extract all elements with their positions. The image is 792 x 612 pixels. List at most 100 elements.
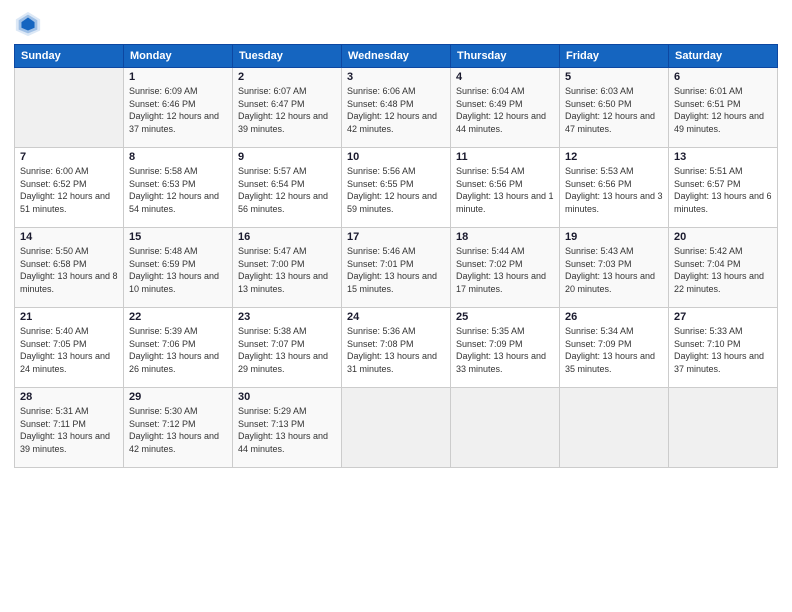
day-number: 27	[674, 311, 772, 323]
calendar-cell: 28 Sunrise: 5:31 AMSunset: 7:11 PMDayligh…	[15, 388, 124, 468]
day-info: Sunrise: 6:01 AMSunset: 6:51 PMDaylight:…	[674, 85, 772, 135]
day-number: 8	[129, 151, 227, 163]
day-number: 5	[565, 71, 663, 83]
calendar-cell: 30 Sunrise: 5:29 AMSunset: 7:13 PMDayligh…	[233, 388, 342, 468]
calendar-cell: 26 Sunrise: 5:34 AMSunset: 7:09 PMDayligh…	[560, 308, 669, 388]
calendar-week-3: 14 Sunrise: 5:50 AMSunset: 6:58 PMDayligh…	[15, 228, 778, 308]
day-info: Sunrise: 5:54 AMSunset: 6:56 PMDaylight:…	[456, 165, 554, 215]
day-number: 11	[456, 151, 554, 163]
calendar-week-1: 1 Sunrise: 6:09 AMSunset: 6:46 PMDaylight…	[15, 68, 778, 148]
calendar-cell: 24 Sunrise: 5:36 AMSunset: 7:08 PMDayligh…	[342, 308, 451, 388]
calendar-cell: 6 Sunrise: 6:01 AMSunset: 6:51 PMDaylight…	[669, 68, 778, 148]
day-info: Sunrise: 5:30 AMSunset: 7:12 PMDaylight:…	[129, 405, 227, 455]
day-info: Sunrise: 5:42 AMSunset: 7:04 PMDaylight:…	[674, 245, 772, 295]
day-info: Sunrise: 5:48 AMSunset: 6:59 PMDaylight:…	[129, 245, 227, 295]
calendar-header-saturday: Saturday	[669, 45, 778, 68]
day-info: Sunrise: 5:34 AMSunset: 7:09 PMDaylight:…	[565, 325, 663, 375]
day-number: 21	[20, 311, 118, 323]
day-number: 20	[674, 231, 772, 243]
day-number: 29	[129, 391, 227, 403]
calendar-cell: 25Sunrise: 5:35 AMSunset: 7:09 PMDayligh…	[451, 308, 560, 388]
day-info: Sunrise: 5:53 AMSunset: 6:56 PMDaylight:…	[565, 165, 663, 215]
day-info: Sunrise: 6:06 AMSunset: 6:48 PMDaylight:…	[347, 85, 445, 135]
day-number: 17	[347, 231, 445, 243]
day-number: 18	[456, 231, 554, 243]
calendar-cell: 18 Sunrise: 5:44 AMSunset: 7:02 PMDayligh…	[451, 228, 560, 308]
day-number: 6	[674, 71, 772, 83]
calendar-cell: 2 Sunrise: 6:07 AMSunset: 6:47 PMDaylight…	[233, 68, 342, 148]
day-number: 10	[347, 151, 445, 163]
day-number: 24	[347, 311, 445, 323]
day-number: 23	[238, 311, 336, 323]
day-number: 9	[238, 151, 336, 163]
day-info: Sunrise: 5:38 AMSunset: 7:07 PMDaylight:…	[238, 325, 336, 375]
day-info: Sunrise: 5:40 AMSunset: 7:05 PMDaylight:…	[20, 325, 118, 375]
day-number: 30	[238, 391, 336, 403]
calendar-cell: 12 Sunrise: 5:53 AMSunset: 6:56 PMDayligh…	[560, 148, 669, 228]
day-number: 2	[238, 71, 336, 83]
calendar-cell: 17 Sunrise: 5:46 AMSunset: 7:01 PMDayligh…	[342, 228, 451, 308]
calendar-cell: 5 Sunrise: 6:03 AMSunset: 6:50 PMDaylight…	[560, 68, 669, 148]
calendar-cell: 3 Sunrise: 6:06 AMSunset: 6:48 PMDaylight…	[342, 68, 451, 148]
day-number: 22	[129, 311, 227, 323]
calendar-week-5: 28 Sunrise: 5:31 AMSunset: 7:11 PMDayligh…	[15, 388, 778, 468]
day-number: 13	[674, 151, 772, 163]
calendar-cell: 4Sunrise: 6:04 AMSunset: 6:49 PMDaylight…	[451, 68, 560, 148]
page: SundayMondayTuesdayWednesdayThursdayFrid…	[0, 0, 792, 612]
day-info: Sunrise: 6:09 AMSunset: 6:46 PMDaylight:…	[129, 85, 227, 135]
calendar-cell: 19 Sunrise: 5:43 AMSunset: 7:03 PMDayligh…	[560, 228, 669, 308]
header	[14, 10, 778, 38]
day-info: Sunrise: 5:39 AMSunset: 7:06 PMDaylight:…	[129, 325, 227, 375]
logo-icon	[14, 10, 42, 38]
calendar-cell: 7Sunrise: 6:00 AMSunset: 6:52 PMDaylight…	[15, 148, 124, 228]
calendar-cell: 1 Sunrise: 6:09 AMSunset: 6:46 PMDaylight…	[124, 68, 233, 148]
calendar-cell: 11 Sunrise: 5:54 AMSunset: 6:56 PMDayligh…	[451, 148, 560, 228]
day-info: Sunrise: 5:31 AMSunset: 7:11 PMDaylight:…	[20, 405, 118, 455]
calendar-week-2: 7Sunrise: 6:00 AMSunset: 6:52 PMDaylight…	[15, 148, 778, 228]
calendar-cell: 23 Sunrise: 5:38 AMSunset: 7:07 PMDayligh…	[233, 308, 342, 388]
day-info: Sunrise: 5:46 AMSunset: 7:01 PMDaylight:…	[347, 245, 445, 295]
calendar-cell: 22 Sunrise: 5:39 AMSunset: 7:06 PMDayligh…	[124, 308, 233, 388]
logo	[14, 10, 46, 38]
calendar-cell	[342, 388, 451, 468]
calendar-cell: 15 Sunrise: 5:48 AMSunset: 6:59 PMDayligh…	[124, 228, 233, 308]
calendar-cell	[15, 68, 124, 148]
day-number: 14	[20, 231, 118, 243]
day-number: 12	[565, 151, 663, 163]
calendar-cell: 14 Sunrise: 5:50 AMSunset: 6:58 PMDayligh…	[15, 228, 124, 308]
calendar-cell: 8 Sunrise: 5:58 AMSunset: 6:53 PMDaylight…	[124, 148, 233, 228]
calendar-cell	[451, 388, 560, 468]
calendar-cell	[560, 388, 669, 468]
calendar-cell: 27 Sunrise: 5:33 AMSunset: 7:10 PMDayligh…	[669, 308, 778, 388]
calendar-header-wednesday: Wednesday	[342, 45, 451, 68]
day-info: Sunrise: 5:56 AMSunset: 6:55 PMDaylight:…	[347, 165, 445, 215]
day-info: Sunrise: 6:00 AMSunset: 6:52 PMDaylight:…	[20, 165, 118, 215]
day-info: Sunrise: 5:29 AMSunset: 7:13 PMDaylight:…	[238, 405, 336, 455]
day-info: Sunrise: 5:36 AMSunset: 7:08 PMDaylight:…	[347, 325, 445, 375]
calendar-header-row: SundayMondayTuesdayWednesdayThursdayFrid…	[15, 45, 778, 68]
day-number: 28	[20, 391, 118, 403]
day-info: Sunrise: 5:51 AMSunset: 6:57 PMDaylight:…	[674, 165, 772, 215]
calendar-header-friday: Friday	[560, 45, 669, 68]
day-info: Sunrise: 5:33 AMSunset: 7:10 PMDaylight:…	[674, 325, 772, 375]
day-number: 3	[347, 71, 445, 83]
calendar-cell: 21 Sunrise: 5:40 AMSunset: 7:05 PMDayligh…	[15, 308, 124, 388]
day-info: Sunrise: 5:58 AMSunset: 6:53 PMDaylight:…	[129, 165, 227, 215]
calendar-week-4: 21 Sunrise: 5:40 AMSunset: 7:05 PMDayligh…	[15, 308, 778, 388]
calendar-header-thursday: Thursday	[451, 45, 560, 68]
day-info: Sunrise: 6:07 AMSunset: 6:47 PMDaylight:…	[238, 85, 336, 135]
calendar-cell: 9Sunrise: 5:57 AMSunset: 6:54 PMDaylight…	[233, 148, 342, 228]
day-number: 16	[238, 231, 336, 243]
day-info: Sunrise: 6:03 AMSunset: 6:50 PMDaylight:…	[565, 85, 663, 135]
day-number: 19	[565, 231, 663, 243]
day-info: Sunrise: 5:50 AMSunset: 6:58 PMDaylight:…	[20, 245, 118, 295]
day-number: 26	[565, 311, 663, 323]
day-info: Sunrise: 5:44 AMSunset: 7:02 PMDaylight:…	[456, 245, 554, 295]
calendar: SundayMondayTuesdayWednesdayThursdayFrid…	[14, 44, 778, 468]
day-number: 1	[129, 71, 227, 83]
day-number: 25	[456, 311, 554, 323]
day-info: Sunrise: 5:43 AMSunset: 7:03 PMDaylight:…	[565, 245, 663, 295]
day-number: 15	[129, 231, 227, 243]
calendar-cell: 10 Sunrise: 5:56 AMSunset: 6:55 PMDayligh…	[342, 148, 451, 228]
calendar-cell: 20 Sunrise: 5:42 AMSunset: 7:04 PMDayligh…	[669, 228, 778, 308]
